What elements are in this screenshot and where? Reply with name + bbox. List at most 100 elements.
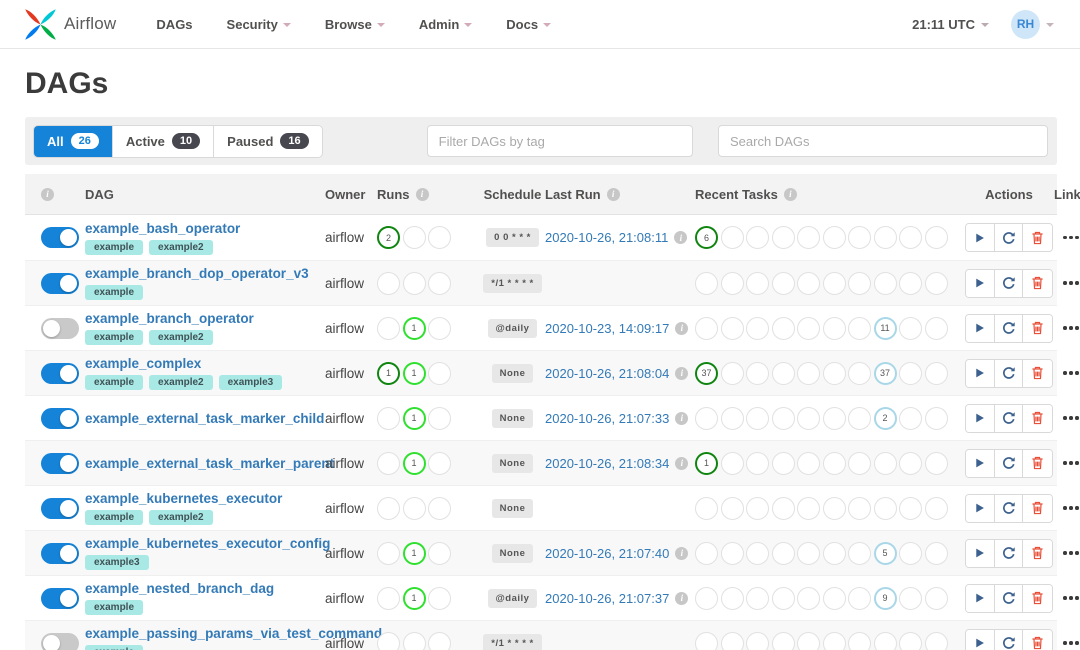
dag-tag[interactable]: example2 [149, 239, 213, 255]
status-circle[interactable] [746, 226, 769, 249]
menu-item-docs[interactable]: Docs [506, 17, 552, 32]
status-circle[interactable] [899, 586, 922, 610]
tab-all[interactable]: All 26 [34, 125, 113, 157]
status-circle[interactable]: 1 [402, 316, 426, 340]
status-circle[interactable] [746, 316, 769, 340]
tag-filter-input[interactable] [426, 125, 693, 157]
links-menu-button[interactable] [1059, 322, 1080, 334]
dag-name-link[interactable]: example_nested_branch_dag [85, 581, 325, 596]
status-circle[interactable] [695, 631, 718, 650]
status-circle[interactable] [402, 271, 426, 295]
status-circle[interactable] [402, 631, 426, 650]
status-circle[interactable]: 37 [873, 361, 897, 385]
status-circle[interactable] [822, 451, 846, 475]
dag-name-link[interactable]: example_kubernetes_executor_config [85, 536, 330, 551]
status-circle[interactable] [848, 451, 871, 475]
trigger-dag-button[interactable] [966, 314, 995, 342]
status-circle[interactable]: 37 [695, 361, 718, 385]
dag-pause-toggle[interactable] [41, 317, 79, 339]
status-circle[interactable] [899, 631, 922, 650]
last-run-link[interactable]: 2020-10-26, 21:08:04 [545, 366, 669, 381]
menu-item-security[interactable]: Security [227, 17, 291, 32]
timezone-selector[interactable]: 21:11 UTC [912, 17, 989, 32]
status-circle[interactable] [720, 361, 744, 385]
status-circle[interactable] [695, 586, 718, 610]
status-circle[interactable] [797, 226, 820, 249]
last-run-link[interactable]: 2020-10-26, 21:07:37 [545, 591, 669, 606]
status-circle[interactable] [746, 631, 769, 650]
status-circle[interactable] [771, 316, 795, 340]
trigger-dag-button[interactable] [966, 494, 995, 522]
status-circle[interactable] [428, 451, 451, 475]
menu-item-admin[interactable]: Admin [419, 17, 473, 32]
status-circle[interactable]: 11 [873, 316, 897, 340]
status-circle[interactable] [720, 586, 744, 610]
status-circle[interactable] [899, 316, 922, 340]
dag-pause-toggle[interactable] [41, 452, 79, 474]
last-run-link[interactable]: 2020-10-26, 21:07:40 [545, 546, 669, 561]
status-circle[interactable] [720, 316, 744, 340]
links-menu-button[interactable] [1059, 412, 1080, 424]
status-circle[interactable] [402, 226, 426, 249]
refresh-dag-button[interactable] [994, 494, 1024, 522]
refresh-dag-button[interactable] [994, 269, 1024, 297]
dag-pause-toggle[interactable] [41, 362, 79, 384]
dag-name-link[interactable]: example_external_task_marker_parent [85, 456, 334, 471]
status-circle[interactable] [377, 631, 400, 650]
schedule-badge[interactable]: None [491, 408, 534, 428]
status-circle[interactable] [848, 541, 871, 565]
dag-name-link[interactable]: example_bash_operator [85, 221, 325, 236]
status-circle[interactable] [428, 406, 451, 430]
dag-tag[interactable]: example3 [85, 555, 149, 570]
status-circle[interactable] [377, 496, 400, 520]
dag-pause-toggle[interactable] [41, 272, 79, 294]
delete-dag-button[interactable] [1023, 494, 1052, 522]
dag-tag[interactable]: example2 [149, 510, 213, 525]
refresh-dag-button[interactable] [994, 449, 1024, 477]
status-circle[interactable] [924, 361, 948, 385]
trigger-dag-button[interactable] [966, 269, 995, 297]
last-run-link[interactable]: 2020-10-23, 14:09:17 [545, 321, 669, 336]
status-circle[interactable] [899, 361, 922, 385]
delete-dag-button[interactable] [1023, 584, 1052, 612]
status-circle[interactable] [848, 226, 871, 249]
status-circle[interactable] [428, 541, 451, 565]
info-icon[interactable]: i [415, 187, 429, 201]
status-circle[interactable] [899, 226, 922, 249]
status-circle[interactable] [746, 496, 769, 520]
delete-dag-button[interactable] [1023, 314, 1052, 342]
status-circle[interactable] [848, 496, 871, 520]
dag-name-link[interactable]: example_complex [85, 356, 325, 371]
status-circle[interactable] [720, 406, 744, 430]
tab-active[interactable]: Active 10 [112, 125, 215, 157]
status-circle[interactable] [720, 541, 744, 565]
status-circle[interactable] [848, 586, 871, 610]
status-circle[interactable] [720, 631, 744, 650]
dag-pause-toggle[interactable] [41, 497, 79, 519]
status-circle[interactable] [848, 316, 871, 340]
refresh-dag-button[interactable] [994, 629, 1024, 650]
status-circle[interactable] [797, 541, 820, 565]
status-circle[interactable] [873, 496, 897, 520]
status-circle[interactable] [695, 271, 718, 295]
status-circle[interactable] [924, 271, 948, 295]
status-circle[interactable] [822, 406, 846, 430]
dag-tag[interactable]: example [85, 239, 144, 255]
status-circle[interactable] [797, 271, 820, 295]
status-circle[interactable] [428, 316, 451, 340]
dag-name-link[interactable]: example_passing_params_via_test_command [85, 626, 382, 641]
status-circle[interactable] [899, 271, 922, 295]
dag-pause-toggle[interactable] [41, 632, 79, 650]
status-circle[interactable]: 2 [873, 406, 897, 430]
links-menu-button[interactable] [1059, 547, 1080, 559]
trigger-dag-button[interactable] [966, 404, 995, 432]
status-circle[interactable] [771, 271, 795, 295]
schedule-badge[interactable]: None [491, 453, 534, 473]
brand[interactable]: Airflow [24, 8, 116, 41]
status-circle[interactable] [873, 451, 897, 475]
status-circle[interactable] [822, 496, 846, 520]
refresh-dag-button[interactable] [994, 314, 1024, 342]
last-run-link[interactable]: 2020-10-26, 21:08:34 [545, 456, 669, 471]
status-circle[interactable] [746, 586, 769, 610]
info-icon[interactable]: i [783, 187, 797, 201]
